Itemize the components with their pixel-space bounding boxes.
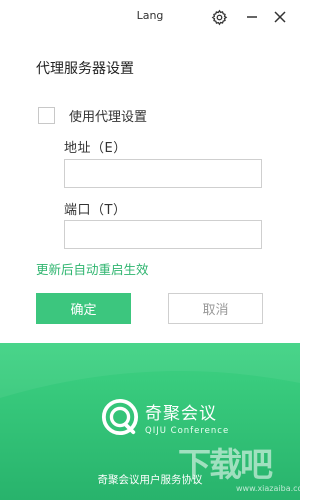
- page-title: 代理服务器设置: [36, 61, 134, 77]
- address-input[interactable]: [64, 159, 262, 188]
- title-bar: Lang: [0, 0, 300, 34]
- close-button[interactable]: [271, 8, 289, 26]
- port-label: 端口（T）: [64, 203, 127, 218]
- minimize-icon: [247, 16, 257, 18]
- close-icon: [274, 11, 286, 23]
- settings-button[interactable]: [210, 8, 228, 26]
- cancel-button[interactable]: 取消: [168, 293, 263, 324]
- brand-subtitle: QIJU Conference: [145, 426, 230, 436]
- address-label: 地址（E）: [64, 141, 127, 156]
- watermark-logo: 下载吧: [178, 445, 273, 484]
- minimize-button[interactable]: [243, 8, 261, 26]
- qiju-logo-icon: [101, 398, 139, 436]
- proxy-checkbox-label: 使用代理设置: [69, 110, 148, 125]
- confirm-button[interactable]: 确定: [36, 293, 131, 324]
- watermark-url: www.xiazaiba.com: [236, 484, 311, 493]
- proxy-checkbox[interactable]: [38, 107, 55, 124]
- port-input[interactable]: [64, 220, 262, 249]
- gear-icon: [211, 9, 227, 25]
- proxy-toggle[interactable]: 使用代理设置: [38, 106, 147, 125]
- brand-name: 奇聚会议: [145, 404, 217, 424]
- restart-hint: 更新后自动重启生效: [36, 262, 149, 277]
